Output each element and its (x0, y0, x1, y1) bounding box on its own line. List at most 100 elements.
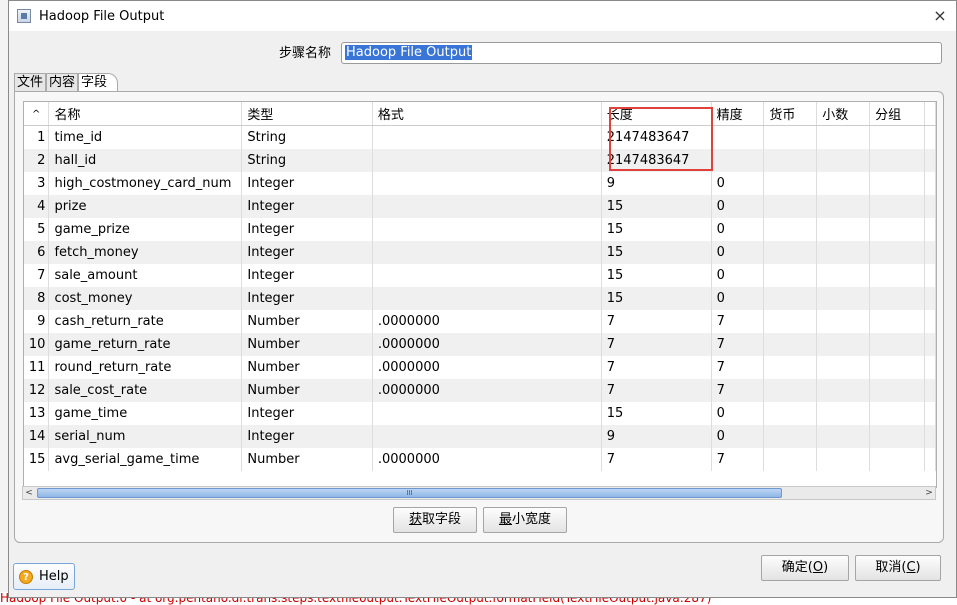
table-row[interactable]: 9 cash_return_rate Number .0000000 7 7 (24, 310, 936, 333)
field-precision[interactable]: 0 (711, 287, 765, 310)
field-name[interactable]: fetch_money (48, 241, 243, 264)
scrollbar-thumb[interactable]: III (37, 488, 782, 498)
field-length[interactable]: 2147483647 (601, 125, 712, 149)
field-format[interactable]: .0000000 (372, 333, 602, 356)
cell-currency[interactable] (763, 425, 818, 448)
field-format[interactable] (372, 149, 602, 172)
field-type[interactable]: Integer (241, 195, 373, 218)
field-name[interactable]: avg_serial_game_time (48, 448, 243, 471)
table-row[interactable]: 14 serial_num Integer 9 0 (24, 425, 936, 448)
min-width-button[interactable]: 最小宽度 (483, 507, 567, 533)
field-type[interactable]: Integer (241, 287, 373, 310)
field-precision[interactable]: 0 (711, 241, 765, 264)
table-row[interactable]: 6 fetch_money Integer 15 0 (24, 241, 936, 264)
cell-group[interactable] (869, 264, 925, 287)
column-header-length[interactable]: 长度 (601, 102, 712, 126)
cell-group[interactable] (869, 172, 925, 195)
field-name[interactable]: cost_money (48, 287, 243, 310)
cell-currency[interactable] (763, 218, 818, 241)
field-length[interactable]: 15 (601, 218, 712, 241)
field-name[interactable]: prize (48, 195, 243, 218)
table-row[interactable]: 11 round_return_rate Number .0000000 7 7 (24, 356, 936, 379)
field-format[interactable] (372, 264, 602, 287)
cell-currency[interactable] (763, 172, 818, 195)
field-format[interactable] (372, 195, 602, 218)
cell-decimal[interactable] (816, 218, 871, 241)
field-length[interactable]: 15 (601, 264, 712, 287)
field-format[interactable] (372, 172, 602, 195)
column-header-type[interactable]: 类型 (241, 102, 373, 126)
cell-group[interactable] (869, 356, 925, 379)
cell-decimal[interactable] (816, 264, 871, 287)
field-precision[interactable]: 0 (711, 425, 765, 448)
field-type[interactable]: Integer (241, 425, 373, 448)
scroll-left-icon[interactable]: < (23, 487, 35, 499)
field-name[interactable]: game_time (48, 402, 243, 425)
field-length[interactable]: 9 (601, 425, 712, 448)
get-fields-button[interactable]: 获取字段 (393, 507, 477, 533)
field-precision[interactable]: 0 (711, 264, 765, 287)
field-precision[interactable]: 0 (711, 402, 765, 425)
field-name[interactable]: game_return_rate (48, 333, 243, 356)
cell-decimal[interactable] (816, 241, 871, 264)
table-row[interactable]: 13 game_time Integer 15 0 (24, 402, 936, 425)
field-format[interactable] (372, 287, 602, 310)
cell-currency[interactable] (763, 379, 818, 402)
ok-button[interactable]: 确定(O) (761, 555, 849, 581)
field-precision[interactable] (711, 125, 765, 149)
field-name[interactable]: round_return_rate (48, 356, 243, 379)
help-button[interactable]: ? Help (13, 563, 75, 590)
field-precision[interactable]: 0 (711, 172, 765, 195)
cell-group[interactable] (869, 195, 925, 218)
table-row[interactable]: 10 game_return_rate Number .0000000 7 7 (24, 333, 936, 356)
table-row[interactable]: 8 cost_money Integer 15 0 (24, 287, 936, 310)
horizontal-scrollbar[interactable]: < III > (22, 486, 936, 500)
field-format[interactable] (372, 402, 602, 425)
table-row[interactable]: 3 high_costmoney_card_num Integer 9 0 (24, 172, 936, 195)
field-type[interactable]: Number (241, 379, 373, 402)
cell-currency[interactable] (763, 356, 818, 379)
cell-group[interactable] (869, 310, 925, 333)
cell-currency[interactable] (763, 125, 818, 149)
field-name[interactable]: hall_id (48, 149, 243, 172)
field-type[interactable]: Integer (241, 241, 373, 264)
cell-group[interactable] (869, 287, 925, 310)
cell-currency[interactable] (763, 448, 818, 471)
cell-currency[interactable] (763, 195, 818, 218)
cell-group[interactable] (869, 333, 925, 356)
field-name[interactable]: serial_num (48, 425, 243, 448)
cell-decimal[interactable] (816, 333, 871, 356)
cell-decimal[interactable] (816, 379, 871, 402)
cell-group[interactable] (869, 402, 925, 425)
tab-content[interactable]: 内容 (46, 73, 79, 91)
field-format[interactable] (372, 218, 602, 241)
table-row[interactable]: 4 prize Integer 15 0 (24, 195, 936, 218)
cell-group[interactable] (869, 149, 925, 172)
cell-decimal[interactable] (816, 310, 871, 333)
field-length[interactable]: 15 (601, 241, 712, 264)
cell-currency[interactable] (763, 402, 818, 425)
field-type[interactable]: Integer (241, 172, 373, 195)
table-row[interactable]: 15 avg_serial_game_time Number .0000000 7 7 (24, 448, 936, 471)
cancel-button[interactable]: 取消(C) (855, 555, 941, 581)
tab-file[interactable]: 文件 (14, 73, 47, 91)
field-name[interactable]: sale_cost_rate (48, 379, 243, 402)
cell-currency[interactable] (763, 149, 818, 172)
field-precision[interactable]: 7 (711, 448, 765, 471)
field-name[interactable]: cash_return_rate (48, 310, 243, 333)
field-format[interactable]: .0000000 (372, 379, 602, 402)
cell-decimal[interactable] (816, 287, 871, 310)
field-precision[interactable]: 7 (711, 379, 765, 402)
step-name-input[interactable]: Hadoop File Output (341, 42, 942, 64)
fields-table-container[interactable]: ^ 名称 类型 格式 长度 精度 货币 小数 分组 1 time_id String… (23, 101, 937, 488)
cell-group[interactable] (869, 125, 925, 149)
cell-currency[interactable] (763, 264, 818, 287)
field-format[interactable]: .0000000 (372, 310, 602, 333)
field-length[interactable]: 7 (601, 333, 712, 356)
column-header-format[interactable]: 格式 (372, 102, 602, 126)
cell-currency[interactable] (763, 310, 818, 333)
field-length[interactable]: 15 (601, 287, 712, 310)
field-precision[interactable]: 0 (711, 195, 765, 218)
field-precision[interactable]: 7 (711, 356, 765, 379)
field-length[interactable]: 7 (601, 310, 712, 333)
